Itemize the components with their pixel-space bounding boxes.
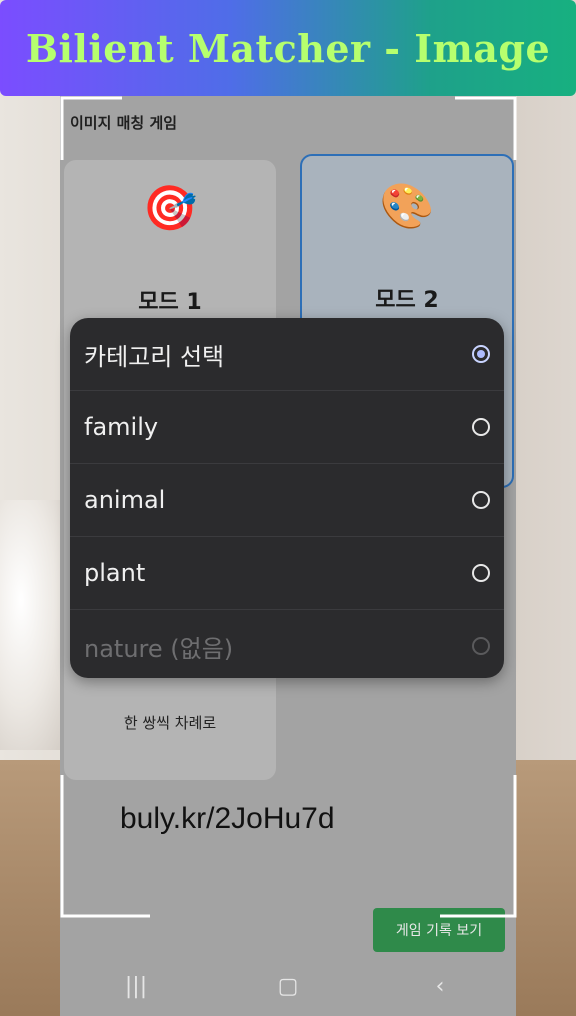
radio-icon[interactable]: [472, 491, 490, 509]
radio-icon: [472, 637, 490, 655]
radio-icon[interactable]: [472, 564, 490, 582]
category-option-disabled: nature (없음): [70, 610, 504, 678]
option-label: 카테고리 선택: [84, 342, 225, 371]
option-label: nature (없음): [84, 634, 234, 663]
radio-icon[interactable]: [472, 418, 490, 436]
option-label: plant: [84, 559, 146, 587]
category-option[interactable]: 카테고리 선택: [70, 318, 504, 391]
category-option[interactable]: animal: [70, 464, 504, 537]
radio-selected-icon[interactable]: [472, 345, 490, 363]
option-label: animal: [84, 486, 166, 514]
overlay-url-text: buly.kr/2JoHu7d: [120, 802, 335, 835]
category-option[interactable]: family: [70, 391, 504, 464]
category-select-dialog: 카테고리 선택 family animal plant nature (없음): [70, 318, 504, 678]
category-option[interactable]: plant: [70, 537, 504, 610]
option-label: family: [84, 413, 159, 441]
